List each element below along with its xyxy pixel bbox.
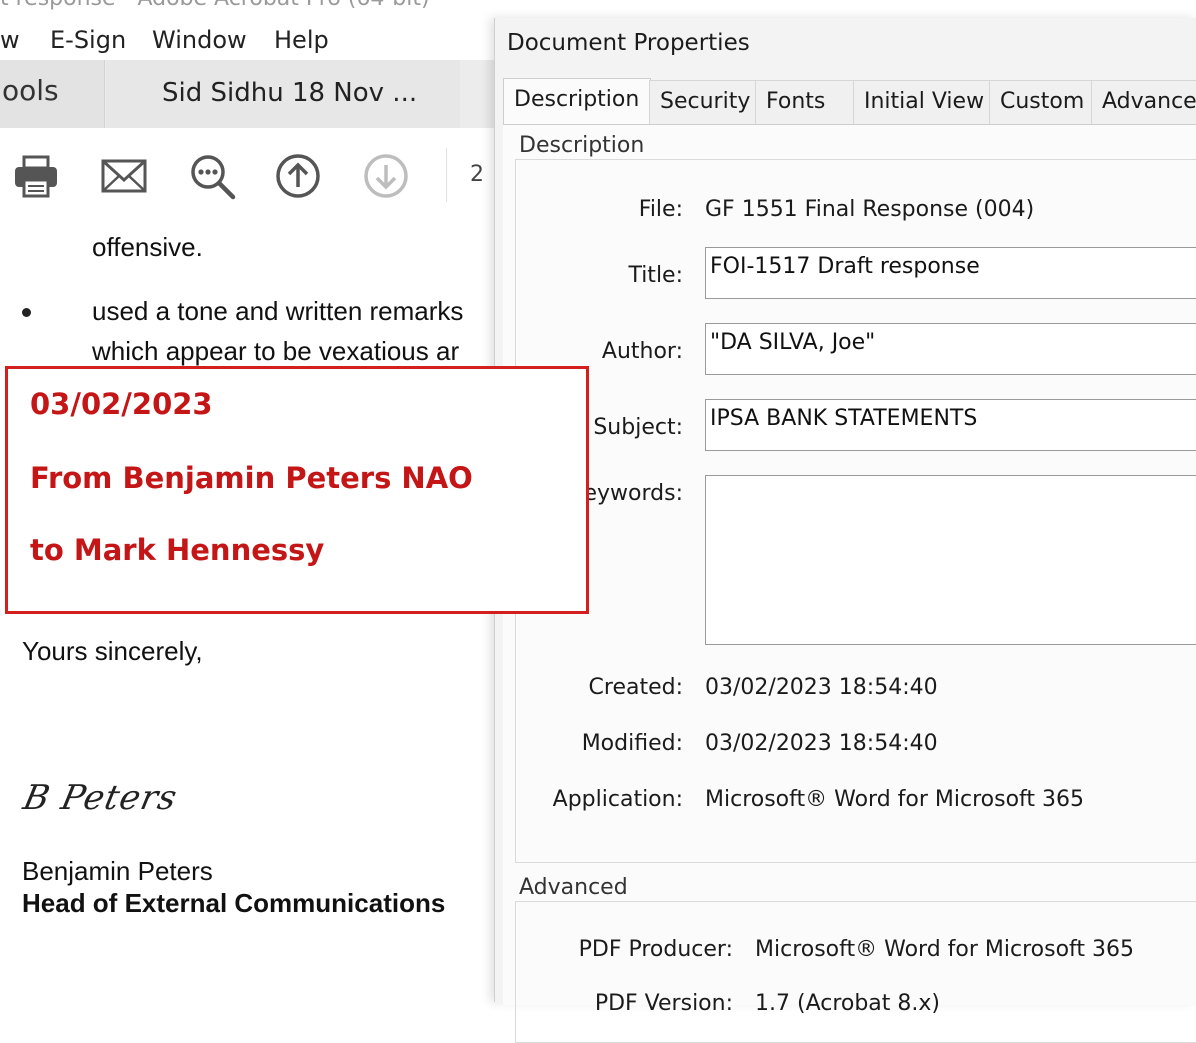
doc-bullet-line: which appear to be vexatious ar <box>92 336 460 366</box>
bullet-icon <box>22 308 31 317</box>
page-number[interactable]: 2 <box>470 162 484 187</box>
toolbar-divider <box>446 148 447 202</box>
author-label: Author: <box>601 339 683 364</box>
menu-window[interactable]: Window <box>152 26 247 54</box>
file-value: GF 1551 Final Response (004) <box>705 197 1035 222</box>
author-field[interactable]: "DA SILVA, Joe" <box>705 323 1196 375</box>
created-label: Created: <box>588 675 683 700</box>
annotation-date: 03/02/2023 <box>30 387 213 421</box>
modified-value: 03/02/2023 18:54:40 <box>705 731 938 756</box>
annotation-to: to Mark Hennessy <box>30 533 325 567</box>
tab-document-label: Sid Sidhu 18 Nov ... <box>162 78 418 108</box>
page-up-icon[interactable] <box>274 152 322 200</box>
application-label: Application: <box>552 787 683 812</box>
window-title: t response - Adobe Acrobat Pro (64-bit) <box>0 0 430 11</box>
tab-security[interactable]: Security <box>649 80 757 125</box>
pdf-version-value: 1.7 (Acrobat 8.x) <box>755 991 941 1016</box>
description-group-label: Description <box>515 133 649 158</box>
tab-tools[interactable]: ools <box>0 60 105 128</box>
application-value: Microsoft® Word for Microsoft 365 <box>705 787 1084 812</box>
doc-closing: Yours sincerely, <box>22 636 203 666</box>
tab-custom[interactable]: Custom <box>989 80 1093 125</box>
tab-strip: ools Sid Sidhu 18 Nov ... <box>0 60 494 128</box>
pdf-producer-label: PDF Producer: <box>578 937 733 962</box>
signer-title: Head of External Communications <box>22 888 446 918</box>
toolbar: 2 <box>0 128 494 221</box>
modified-label: Modified: <box>581 731 683 756</box>
subject-field[interactable]: IPSA BANK STATEMENTS <box>705 399 1196 451</box>
tab-description[interactable]: Description <box>503 78 651 125</box>
tab-initial-view[interactable]: Initial View <box>853 80 991 125</box>
annotation-from: From Benjamin Peters NAO <box>30 461 473 495</box>
pdf-producer-value: Microsoft® Word for Microsoft 365 <box>755 937 1134 962</box>
title-field[interactable]: FOI-1517 Draft response <box>705 247 1196 299</box>
doc-bullet-line: used a tone and written remarks <box>92 296 464 326</box>
tab-fonts[interactable]: Fonts <box>755 80 855 125</box>
advanced-group-label: Advanced <box>515 875 632 900</box>
menu-view[interactable]: w <box>0 26 20 54</box>
tab-advanced[interactable]: Advanced <box>1091 80 1196 125</box>
search-zoom-icon[interactable] <box>188 152 236 200</box>
signature: B Peters <box>19 778 182 818</box>
page-down-icon[interactable] <box>362 152 410 200</box>
dialog-title: Document Properties <box>507 30 750 56</box>
pdf-version-label: PDF Version: <box>594 991 733 1016</box>
keywords-field[interactable] <box>705 475 1196 645</box>
email-icon[interactable] <box>100 152 148 200</box>
tab-document[interactable]: Sid Sidhu 18 Nov ... <box>106 60 460 128</box>
subject-label: Subject: <box>593 415 683 440</box>
dialog-tabs: Description Security Fonts Initial View … <box>503 78 1196 125</box>
created-value: 03/02/2023 18:54:40 <box>705 675 938 700</box>
description-panel: Description File: GF 1551 Final Response… <box>503 124 1196 1043</box>
title-label: Title: <box>628 263 683 288</box>
annotation-box: 03/02/2023 From Benjamin Peters NAO to M… <box>5 366 589 614</box>
file-label: File: <box>638 197 683 222</box>
document-properties-dialog: Document Properties Description Security… <box>494 18 1196 1043</box>
doc-line: offensive. <box>92 232 203 262</box>
menu-esign[interactable]: E-Sign <box>50 26 126 54</box>
signer-name: Benjamin Peters <box>22 856 213 886</box>
tab-tools-label: ools <box>2 74 59 107</box>
print-icon[interactable] <box>12 152 60 200</box>
menu-help[interactable]: Help <box>274 26 329 54</box>
menu-bar: w E-Sign Window Help <box>0 26 520 60</box>
advanced-group <box>515 901 1196 1043</box>
